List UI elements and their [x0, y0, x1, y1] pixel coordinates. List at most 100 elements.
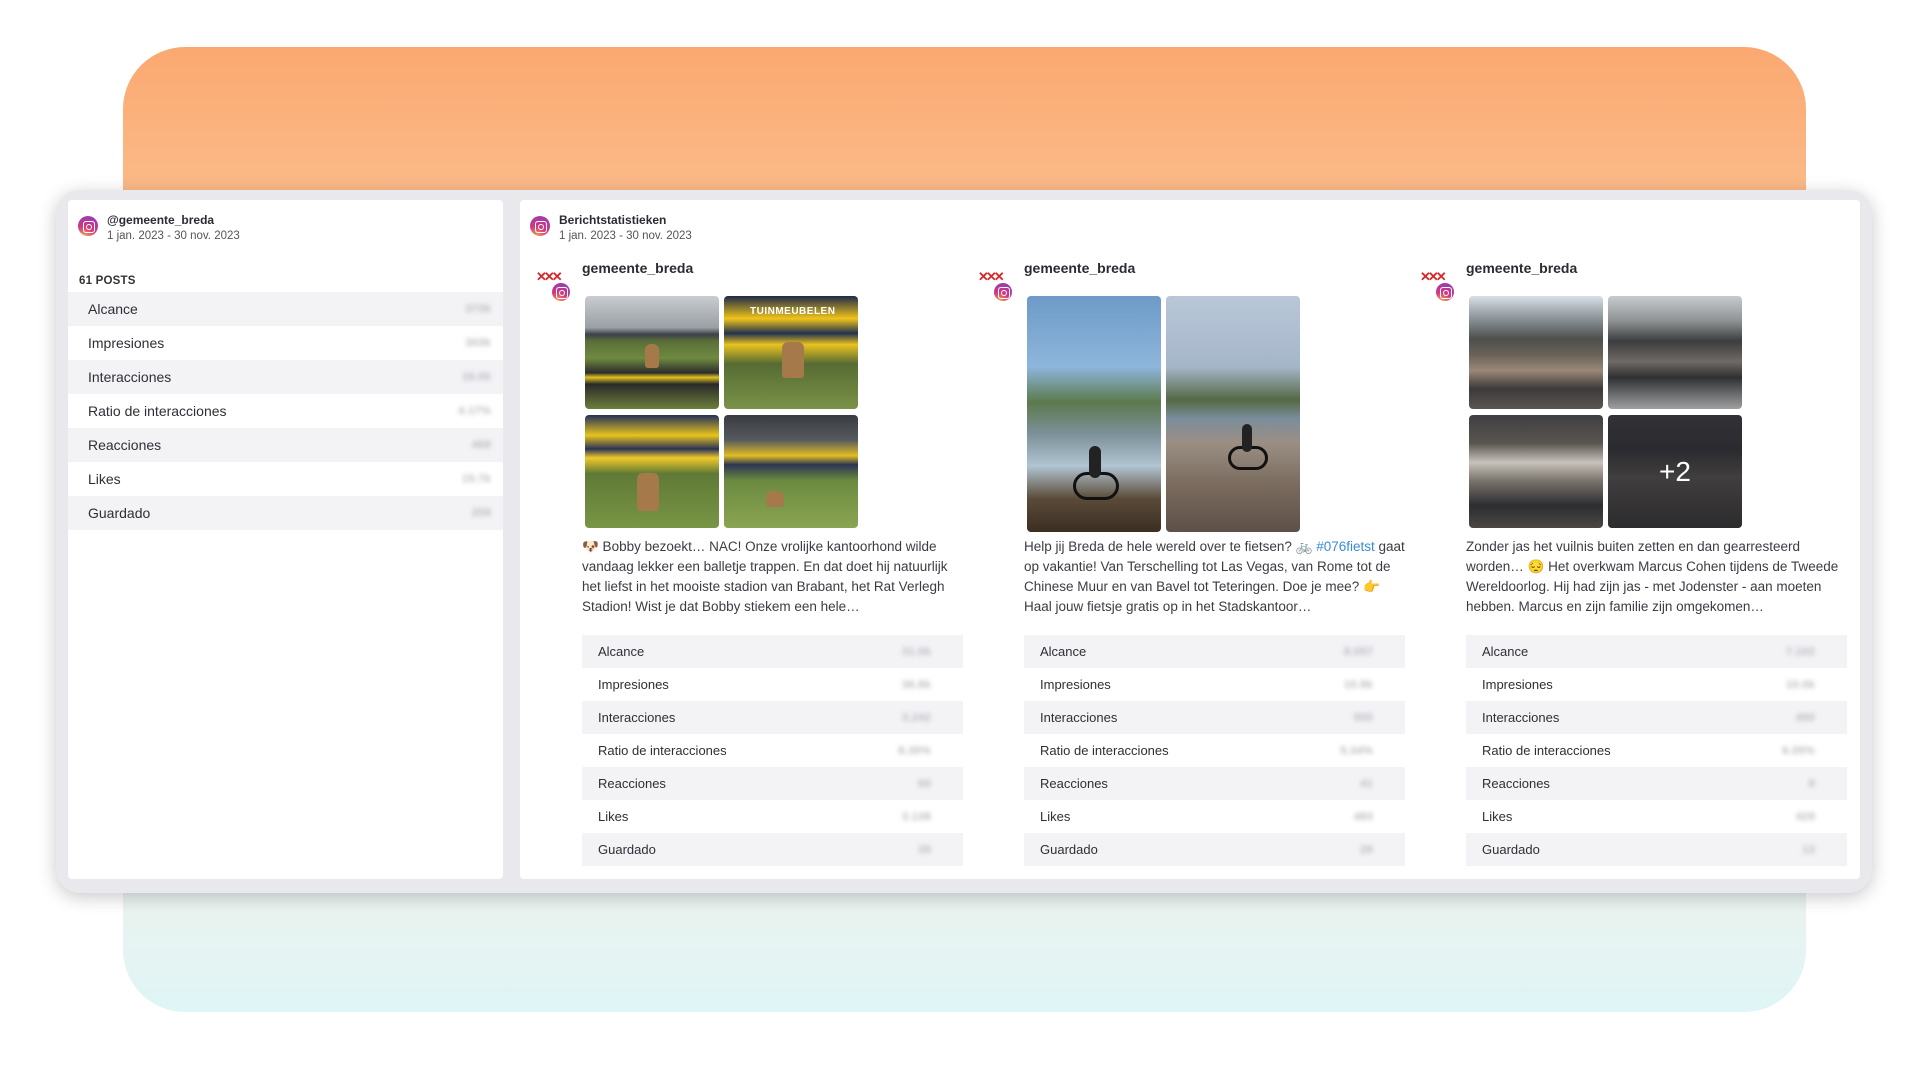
post-photo[interactable]	[1027, 296, 1161, 532]
post-username[interactable]: gemeente_breda	[582, 260, 693, 276]
post-username[interactable]: gemeente_breda	[1024, 260, 1135, 276]
stat-value: 41	[1360, 777, 1373, 790]
stat-label: Likes	[1040, 809, 1071, 824]
stat-label: Ratio de interacciones	[1482, 743, 1611, 758]
stat-row-alcance: Alcance 373k	[68, 292, 503, 326]
post-hashtag-link[interactable]: #076fietst	[1316, 539, 1375, 554]
account-logo: ✕✕✕	[1420, 270, 1454, 302]
stat-row-interacciones: Interacciones 555	[1024, 701, 1405, 734]
stat-value: 28	[1360, 843, 1373, 856]
stat-label: Alcance	[1482, 644, 1529, 659]
stat-label: Reacciones	[88, 437, 162, 453]
post-media-grid[interactable]	[1027, 296, 1300, 532]
stat-label: Likes	[1482, 809, 1513, 824]
post-photo[interactable]	[585, 296, 719, 409]
instagram-icon	[78, 216, 98, 236]
stat-value: 429	[1795, 810, 1815, 823]
breda-logo-icon: ✕✕✕	[1420, 269, 1447, 284]
stat-row-likes: Likes 3.138	[582, 800, 963, 833]
stat-value: 8.30%	[898, 744, 931, 757]
stat-value: 36.8k	[901, 678, 931, 691]
instagram-icon	[1436, 283, 1454, 301]
stat-row-impresiones: Impresiones 303k	[68, 326, 503, 360]
account-logo: ✕✕✕	[978, 270, 1012, 302]
stat-value: 468	[471, 439, 491, 451]
stat-label: Reacciones	[1482, 776, 1550, 791]
stat-value: 555	[1353, 711, 1373, 724]
stat-label: Impresiones	[598, 677, 669, 692]
post-caption: Help jij Breda de hele wereld over te fi…	[1024, 539, 1405, 614]
post-photo[interactable]: TUINMEUBELEN	[724, 296, 858, 409]
stat-row-alcance: Alcance 7.102	[1466, 635, 1847, 668]
stat-value: 6.05%	[1782, 744, 1815, 757]
stat-row-interacciones: Interacciones 16.0k	[68, 360, 503, 394]
post-stats-list: Alcance 8.057 Impresiones 10.8k Interaccio…	[1024, 635, 1405, 866]
post-photo[interactable]	[1608, 296, 1742, 409]
stat-row-guardado: Guardado 28	[1024, 833, 1405, 866]
stat-label: Ratio de interacciones	[88, 403, 227, 419]
post-card[interactable]: ✕✕✕ gemeente_breda TUINMEUBELEN 🐶 Bobby …	[520, 200, 963, 879]
stat-value: 7.102	[1785, 645, 1815, 658]
stat-label: Interacciones	[1040, 710, 1118, 725]
stat-label: Likes	[598, 809, 629, 824]
stat-value: 450	[1795, 711, 1815, 724]
post-photo[interactable]	[585, 415, 719, 528]
post-photo[interactable]	[724, 415, 858, 528]
stat-row-guardado: Guardado 258	[68, 496, 503, 530]
stat-row-ratio: Ratio de interacciones 4.17%	[68, 394, 503, 428]
stat-label: Impresiones	[1040, 677, 1111, 692]
stat-value: 13	[1802, 843, 1815, 856]
stat-value: 3.138	[901, 810, 931, 823]
post-caption: Zonder jas het vuilnis buiten zetten en …	[1466, 539, 1839, 614]
stat-value: 69	[918, 777, 931, 790]
stat-row-impresiones: Impresiones 10.8k	[1024, 668, 1405, 701]
post-photo[interactable]	[1469, 415, 1603, 528]
stat-label: Impresiones	[88, 335, 165, 351]
post-photo-more[interactable]: +2	[1608, 415, 1742, 528]
more-photos-count[interactable]: +2	[1608, 415, 1742, 528]
stat-row-reacciones: Reacciones 468	[68, 428, 503, 462]
post-username[interactable]: gemeente_breda	[1466, 260, 1577, 276]
stat-value: 373k	[465, 303, 491, 315]
stat-value: 10.0k	[1785, 678, 1815, 691]
stat-value: 5.34%	[1340, 744, 1373, 757]
stat-value: 16.0k	[461, 371, 491, 383]
stat-label: Ratio de interacciones	[1040, 743, 1169, 758]
stat-row-impresiones: Impresiones 36.8k	[582, 668, 963, 701]
stat-row-ratio: Ratio de interacciones 6.05%	[1466, 734, 1847, 767]
stat-label: Guardado	[1482, 842, 1540, 857]
stat-label: Interacciones	[1482, 710, 1560, 725]
account-logo: ✕✕✕	[536, 270, 570, 302]
stat-row-alcance: Alcance 31.0k	[582, 635, 963, 668]
stat-value: 303k	[465, 337, 491, 349]
profile-handle[interactable]: @gemeente_breda	[107, 212, 240, 228]
stat-row-reacciones: Reacciones 41	[1024, 767, 1405, 800]
post-card[interactable]: ✕✕✕ gemeente_breda +2 Zonder jas het vui…	[1404, 200, 1847, 879]
stat-row-interacciones: Interacciones 3.242	[582, 701, 963, 734]
stat-value: 15.7k	[461, 473, 491, 485]
post-media-grid[interactable]: +2	[1469, 296, 1742, 531]
posts-count: 61 POSTS	[79, 275, 136, 287]
profile-stats-list: Alcance 373k Impresiones 303k Interaccione…	[68, 292, 503, 530]
stat-row-ratio: Ratio de interacciones 8.30%	[582, 734, 963, 767]
profile-header: @gemeente_breda 1 jan. 2023 - 30 nov. 20…	[78, 212, 240, 244]
post-photo[interactable]	[1469, 296, 1603, 409]
post-card[interactable]: ✕✕✕ gemeente_breda Help jij Breda de hel…	[962, 200, 1405, 879]
stat-label: Alcance	[1040, 644, 1087, 659]
stat-value: 258	[471, 507, 491, 519]
stat-value: 10.8k	[1343, 678, 1373, 691]
stat-label: Interacciones	[88, 369, 172, 385]
breda-logo-icon: ✕✕✕	[978, 269, 1005, 284]
stat-label: Alcance	[88, 301, 138, 317]
stat-row-reacciones: Reacciones 69	[582, 767, 963, 800]
post-media-grid[interactable]: TUINMEUBELEN	[585, 296, 858, 531]
stat-label: Impresiones	[1482, 677, 1553, 692]
stat-value: 3.242	[901, 711, 931, 724]
profile-summary-panel: @gemeente_breda 1 jan. 2023 - 30 nov. 20…	[68, 200, 503, 879]
post-stats-list: Alcance 7.102 Impresiones 10.0k Interaccio…	[1466, 635, 1847, 866]
post-statistics-panel: Berichtstatistieken 1 jan. 2023 - 30 nov…	[520, 200, 1860, 879]
post-photo[interactable]	[1166, 296, 1300, 532]
stat-label: Guardado	[88, 505, 151, 521]
stat-row-interacciones: Interacciones 450	[1466, 701, 1847, 734]
instagram-icon	[552, 283, 570, 301]
